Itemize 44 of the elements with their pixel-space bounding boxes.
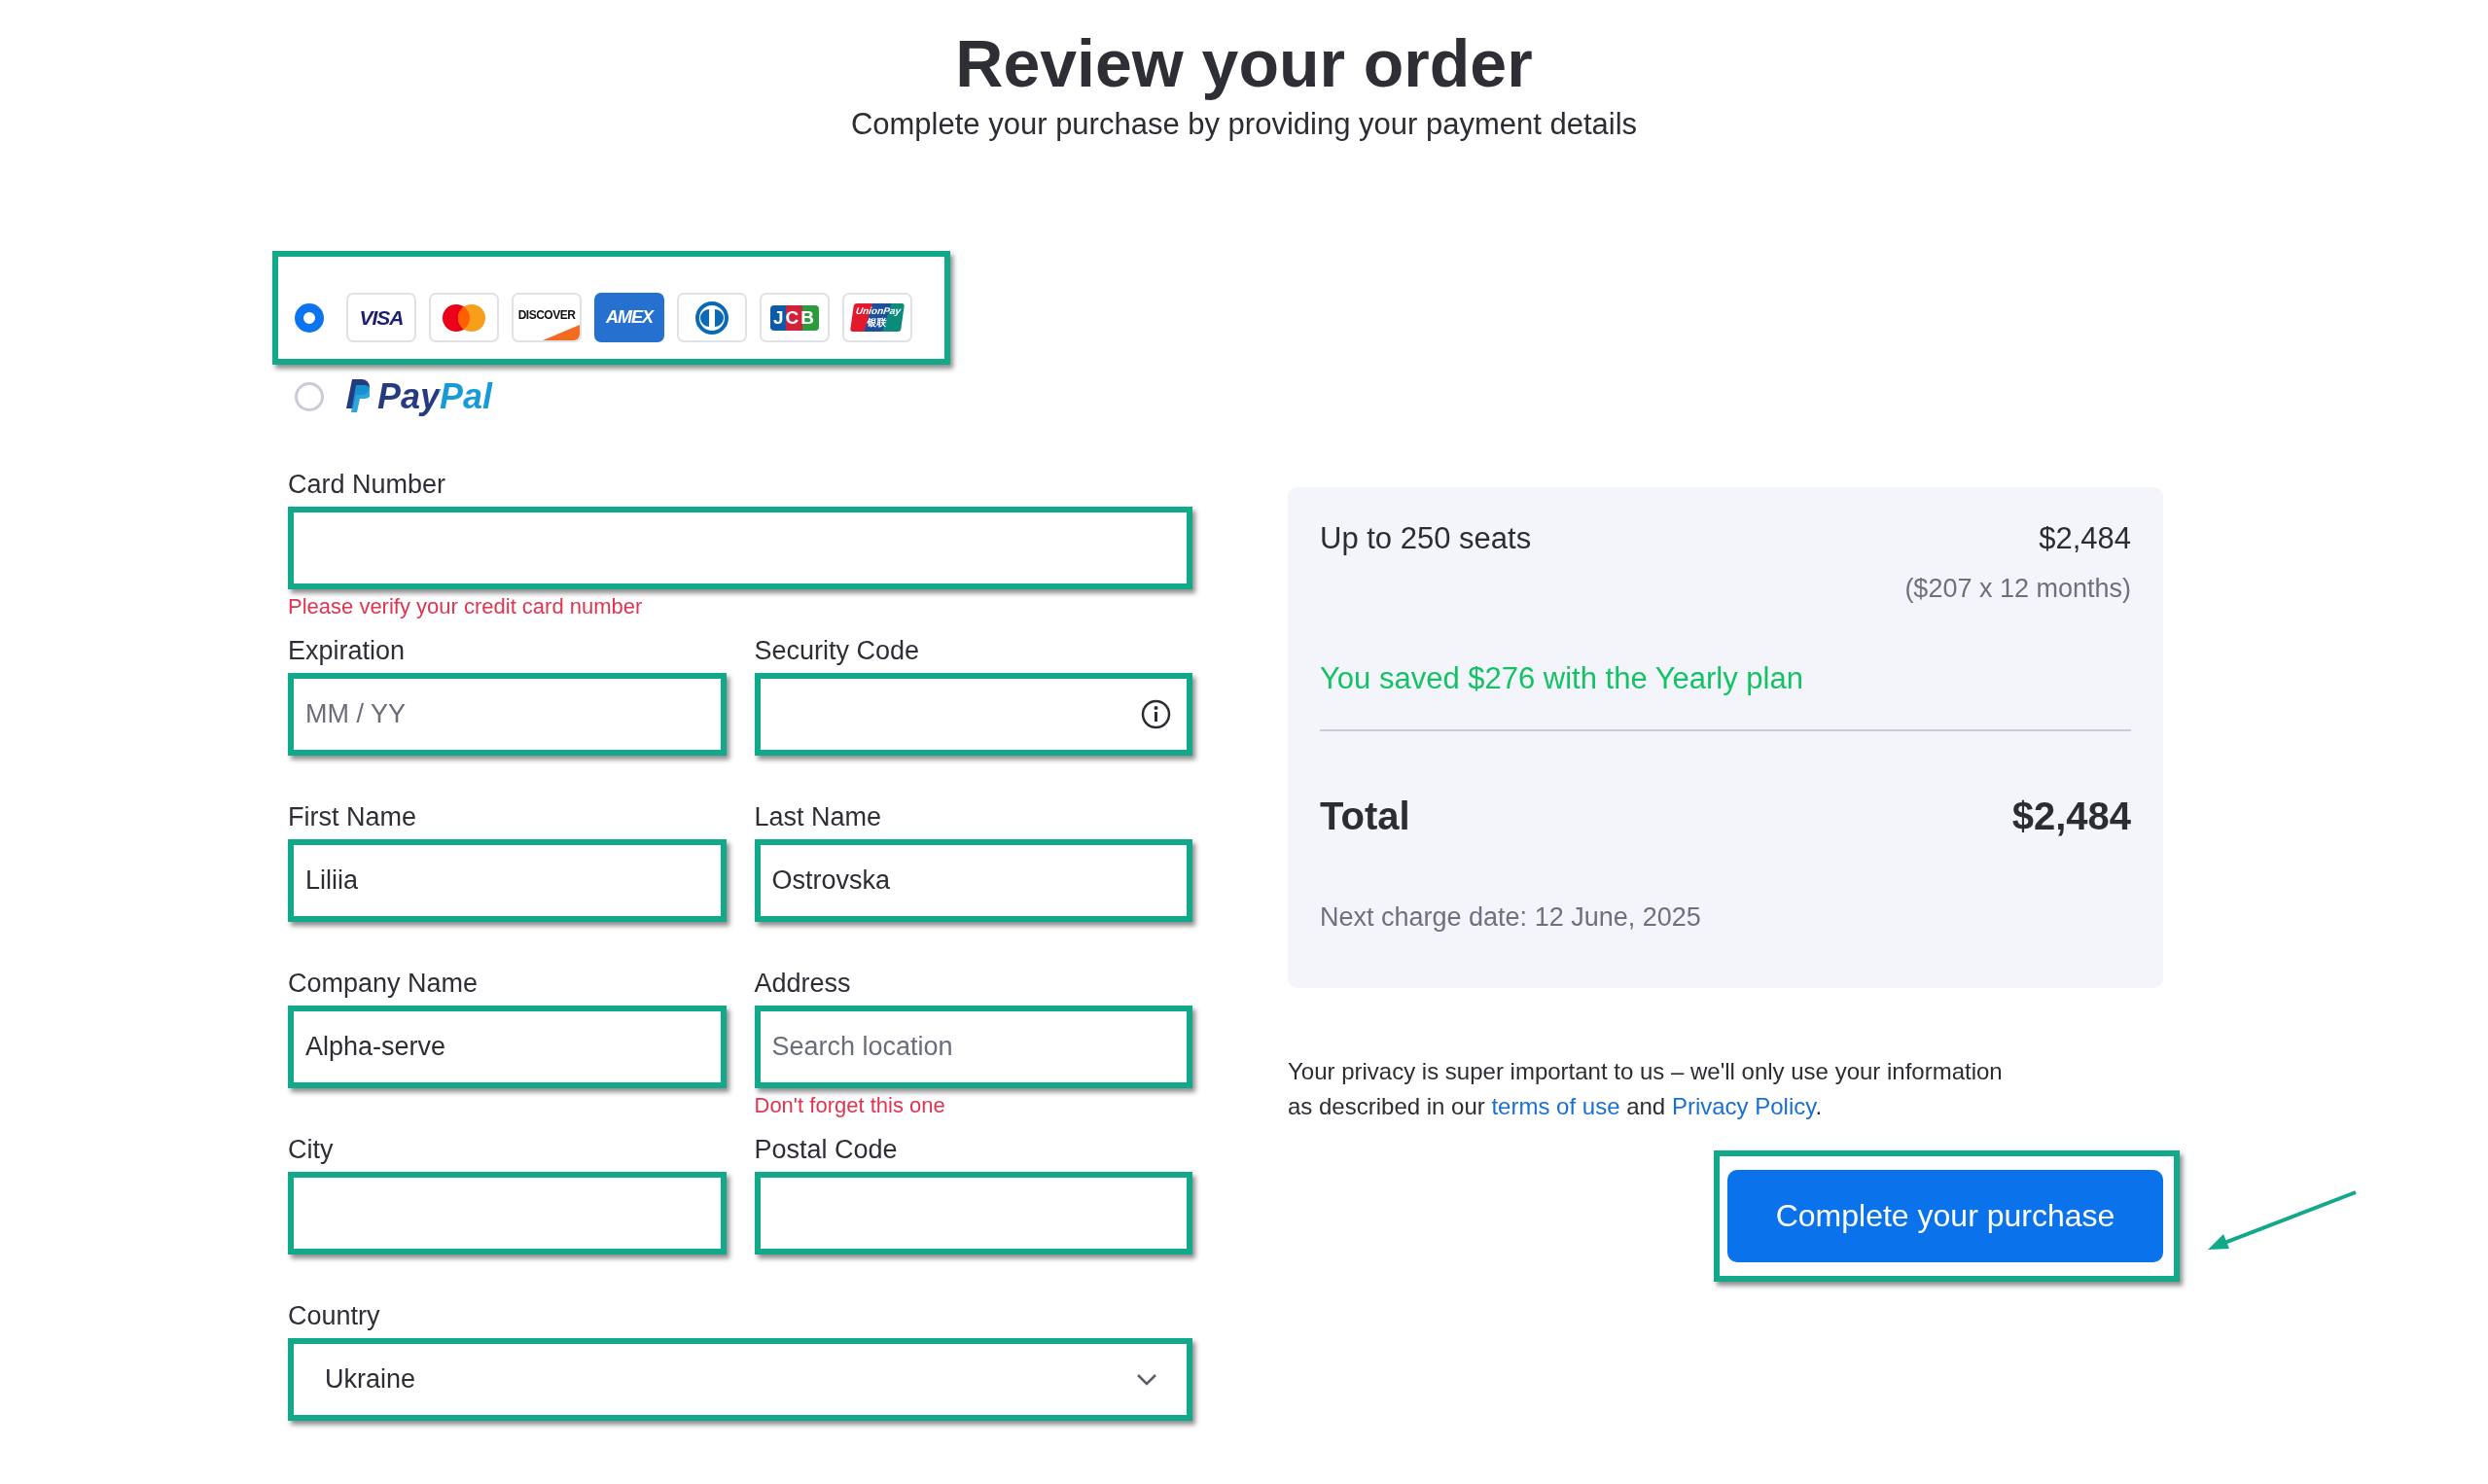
field-label: Last Name	[754, 801, 882, 833]
input-field[interactable]: Ostrovska	[754, 839, 1192, 922]
input-field[interactable]	[288, 507, 1192, 589]
input-field[interactable]: Search location	[754, 1006, 1192, 1088]
discover-logo: DISCOVER	[512, 293, 582, 342]
input-field[interactable]	[754, 1172, 1192, 1254]
link[interactable]: terms of use	[1491, 1093, 1620, 1119]
radio-button[interactable]	[295, 382, 324, 411]
field-label: Security Code	[754, 635, 920, 667]
field-label: Card Number	[288, 469, 446, 501]
field-label: Postal Code	[754, 1134, 898, 1166]
field-label: Expiration	[288, 635, 406, 667]
input-field[interactable]	[288, 1172, 727, 1254]
chevron-down-icon	[1136, 1372, 1157, 1387]
field-label: City	[288, 1134, 334, 1166]
link[interactable]: Privacy Policy	[1671, 1093, 1816, 1119]
field-label: First Name	[288, 801, 416, 833]
mastercard-logo	[441, 302, 487, 333]
amex-logo: AMEX	[606, 307, 653, 328]
privacy-note: Your privacy is super important to us – we'll only use your information as described in our terms of use and Privacy Policy.	[1288, 1057, 2003, 1121]
field-label: Country	[288, 1300, 380, 1332]
diners-logo	[695, 300, 729, 335]
plan-name: Up to 250 seats	[1320, 520, 1532, 557]
info-icon[interactable]	[1141, 699, 1171, 729]
plan-price: $2,484	[2039, 520, 2131, 557]
page-subtitle: Complete your purchase by providing your payment details	[850, 106, 1638, 143]
total-label: Total	[1320, 794, 1410, 839]
error-message: Please verify your credit card number	[288, 594, 643, 619]
visa-logo: VISA	[359, 305, 404, 330]
input-field[interactable]: MM / YY	[288, 673, 727, 756]
error-message: Don't forget this one	[754, 1093, 945, 1118]
page-title: Review your order	[955, 25, 1533, 102]
input-field[interactable]: Alpha-serve	[288, 1006, 727, 1088]
complete-purchase-button[interactable]: Complete your purchase	[1727, 1170, 2163, 1262]
price-breakdown: ($207 x 12 months)	[1904, 573, 2131, 605]
radio-button[interactable]	[295, 302, 324, 333]
total-price: $2,484	[2011, 794, 2131, 839]
country-dropdown[interactable]: Ukraine	[288, 1338, 1192, 1421]
savings-message: You saved $276 with the Yearly plan	[1320, 660, 1803, 697]
field-label: Company Name	[288, 968, 479, 1000]
field-label: Address	[754, 968, 851, 1000]
next-charge-date: Next charge date: 12 June, 2025	[1320, 901, 1701, 934]
input-field[interactable]: Liliia	[288, 839, 727, 922]
input-field[interactable]	[754, 673, 1192, 756]
